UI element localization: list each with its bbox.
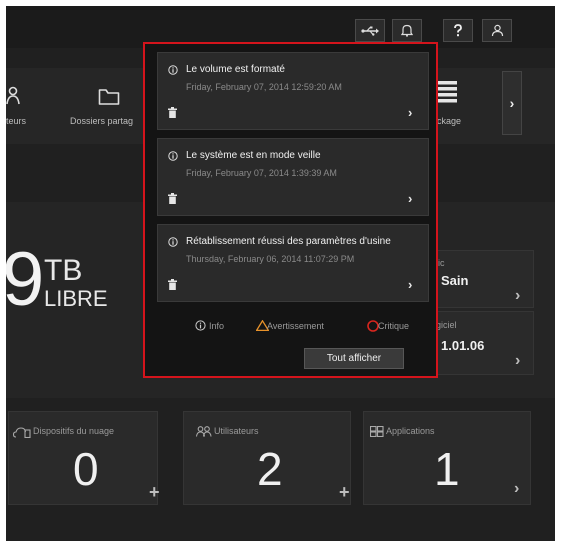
capacity-unit: TB	[44, 254, 83, 287]
apps-count: 1	[434, 443, 460, 495]
apps-label: Applications	[386, 426, 435, 436]
nav-item-users-label: teurs	[6, 116, 27, 126]
legend-warning-label: Avertissement	[267, 320, 324, 331]
view-all-button[interactable]: Tout afficher	[304, 348, 404, 369]
notifications-button[interactable]	[392, 19, 422, 42]
notification-popup: Le volume est formaté Friday, February 0…	[143, 42, 438, 378]
nav-item-users[interactable]: teurs	[6, 76, 66, 140]
chevron-right-icon[interactable]: ›	[408, 277, 412, 292]
diagnostic-value: Sain	[441, 273, 469, 288]
info-icon	[168, 65, 178, 75]
dashboard-window: teurs Dossiers partag ockage › 9 TB LIBR…	[6, 6, 555, 541]
info-icon	[168, 151, 178, 161]
notification-item[interactable]: Rétablissement réussi des paramètres d'u…	[157, 224, 429, 302]
nav-item-shared-folders[interactable]: Dossiers partag	[68, 76, 148, 140]
info-icon	[168, 237, 178, 247]
chevron-right-icon: ›	[515, 352, 521, 369]
nav-item-shared-folders-label: Dossiers partag	[70, 116, 134, 126]
trash-icon[interactable]	[168, 193, 177, 204]
user-icon	[491, 24, 503, 37]
legend-warning[interactable]: Avertissement	[256, 320, 324, 331]
users-icon	[6, 86, 20, 105]
add-user-button[interactable]: +	[339, 482, 350, 503]
user-menu-button[interactable]	[482, 19, 512, 42]
bell-icon	[401, 24, 413, 37]
firmware-value: 1.01.06	[441, 338, 485, 353]
users-icon	[196, 426, 212, 437]
cloud-devices-icon	[13, 427, 31, 438]
cloud-devices-label: Dispositifs du nuage	[33, 426, 115, 436]
nav-next-button[interactable]: ›	[502, 71, 522, 135]
users-count: 2	[257, 443, 283, 495]
chevron-right-icon[interactable]: ›	[408, 105, 412, 120]
usb-button[interactable]	[355, 19, 385, 42]
question-icon	[454, 24, 462, 37]
capacity-value: 9	[6, 237, 45, 322]
notification-date: Friday, February 07, 2014 12:59:20 AM	[186, 82, 342, 92]
diagnostic-card[interactable]: stic Sain ›	[426, 250, 534, 308]
users-card[interactable]: Utilisateurs 2 +	[183, 411, 351, 505]
nav-item-storage[interactable]: ockage	[432, 76, 492, 140]
chevron-right-icon: ›	[514, 480, 520, 497]
notification-title: Le système est en mode veille	[186, 150, 321, 161]
notification-item[interactable]: Le système est en mode veille Friday, Fe…	[157, 138, 429, 216]
chevron-right-icon: ›	[515, 287, 521, 304]
legend-critical-label: Critique	[378, 321, 410, 331]
notification-date: Thursday, February 06, 2014 11:07:29 PM	[186, 254, 355, 264]
apps-icon	[370, 426, 384, 437]
folder-icon	[98, 89, 120, 105]
cloud-devices-count: 0	[73, 443, 99, 495]
firmware-card[interactable]: ogiciel 1.01.06 ›	[426, 311, 534, 375]
help-button[interactable]	[443, 19, 473, 42]
cloud-devices-card[interactable]: Dispositifs du nuage 0 +	[8, 411, 160, 505]
notification-title: Le volume est formaté	[186, 64, 285, 75]
trash-icon[interactable]	[168, 279, 177, 290]
chevron-right-icon: ›	[509, 95, 515, 111]
add-cloud-device-button[interactable]: +	[149, 482, 160, 503]
legend-critical[interactable]: Critique	[367, 320, 409, 332]
notification-item[interactable]: Le volume est formaté Friday, February 0…	[157, 52, 429, 130]
chevron-right-icon[interactable]: ›	[408, 191, 412, 206]
legend-info[interactable]: Info	[195, 320, 224, 331]
trash-icon[interactable]	[168, 107, 177, 118]
apps-card[interactable]: Applications 1 ›	[363, 411, 531, 505]
usb-icon	[361, 26, 379, 36]
legend-info-label: Info	[209, 320, 225, 331]
capacity-free-label: LIBRE	[44, 286, 108, 311]
users-label: Utilisateurs	[214, 426, 259, 436]
notification-date: Friday, February 07, 2014 1:39:39 AM	[186, 168, 337, 178]
notification-title: Rétablissement réussi des paramètres d'u…	[186, 236, 391, 247]
info-icon	[195, 320, 206, 331]
